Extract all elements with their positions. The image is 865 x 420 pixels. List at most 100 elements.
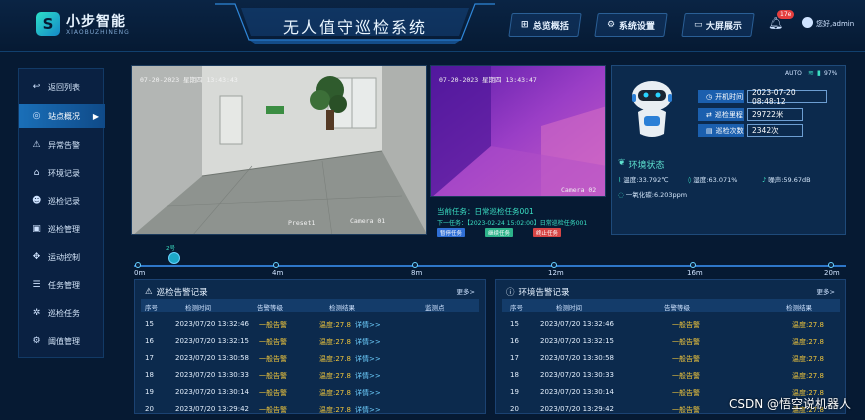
humidity-icon: ◊: [688, 176, 692, 184]
table-row[interactable]: 20 2023/07/20 13:29:42 一般告警 温度:27.8 详情>>: [141, 403, 479, 418]
noise-icon: ♪: [762, 176, 767, 184]
nav-settings-label: 系统设置: [619, 21, 656, 32]
timeline-node[interactable]: [690, 262, 696, 268]
row-result: 温度:27.8: [792, 321, 824, 329]
timeline-node[interactable]: [551, 262, 557, 268]
env-co: ◌ 一氧化碳:6.203ppm: [618, 189, 687, 199]
env-temperature: ⌇ 温度:33.792℃: [618, 174, 669, 184]
alarm-panel-title: ⚠ 巡检告警记录: [145, 286, 208, 298]
alarm-record-panel: ⚠ 巡检告警记录 更多> 序号 检测时间 告警等级 检测结果 监测点 15 2023…: [134, 279, 486, 414]
row-level: 一般告警: [672, 372, 700, 380]
sidebar-item-patrol-task[interactable]: ✲ 巡检任务: [19, 301, 105, 325]
row-time: 2023/07/20 13:32:46: [175, 320, 250, 328]
sidebar-item-env-records[interactable]: ⌂ 环境记录: [19, 161, 105, 185]
row-detail-link[interactable]: 详情>>: [355, 388, 381, 398]
alarm-more-link[interactable]: 更多>: [457, 286, 475, 296]
mileage-value: 29722米: [747, 108, 803, 121]
timeline-node[interactable]: [412, 262, 418, 268]
table-row[interactable]: 19 2023/07/20 13:30:14 一般告警 温度:27.8 详情>>: [141, 386, 479, 401]
timeline-label: 0m: [134, 269, 146, 277]
table-row[interactable]: 15 2023/07/20 13:32:46 一般告警 温度:27.8 详情>>: [141, 318, 479, 333]
timeline-node[interactable]: [828, 262, 834, 268]
row-detail-link[interactable]: 详情>>: [355, 405, 381, 415]
row-detail-link[interactable]: 详情>>: [355, 337, 381, 347]
notification-badge: 17e: [777, 10, 795, 19]
sidebar-item-label: 站点概况: [48, 111, 80, 121]
table-row[interactable]: 16 2023/07/20 13:32:15 一般告警 温度:27.8 详情>>: [141, 335, 479, 350]
row-result: 温度:27.8: [319, 372, 351, 380]
sidebar-item-label: 运动控制: [48, 252, 80, 262]
sidebar-item-label: 阈值管理: [48, 336, 80, 346]
nav-overview-label: 总览概括: [532, 21, 569, 32]
patrol-count-label: ▤ 巡检次数: [698, 124, 744, 137]
camera-1-preset: Preset1: [288, 219, 316, 227]
row-level: 一般告警: [672, 406, 700, 414]
table-row[interactable]: 16 2023/07/20 13:32:15 一般告警 温度:27.8: [502, 335, 840, 350]
robot-image: [632, 81, 672, 137]
pause-task-button[interactable]: 暂停任务: [437, 228, 466, 237]
col-header: 检测时间: [556, 304, 582, 312]
env-status-title: ❦ 环境状态: [618, 158, 665, 171]
battery-level: 97%: [824, 70, 838, 77]
user-greeting[interactable]: 您好,admin: [816, 19, 854, 29]
camera-1-timestamp: 07-20-2023 星期四 13:43:43: [140, 76, 238, 84]
timeline-label: 8m: [411, 269, 423, 277]
table-row[interactable]: 18 2023/07/20 13:30:33 一般告警 温度:27.8: [502, 369, 840, 384]
camera-1-label: Camera 01: [350, 217, 386, 225]
sidebar-item-label: 巡检管理: [48, 224, 80, 234]
nav-bigscreen-button[interactable]: ▭ 大屏展示: [681, 13, 755, 37]
row-level: 一般告警: [259, 355, 287, 363]
sidebar-item-back[interactable]: ↩ 返回列表: [19, 75, 105, 99]
nav-overview-button[interactable]: ⊞ 总览概括: [508, 13, 582, 37]
timeline-node[interactable]: [273, 262, 279, 268]
boot-time-text: 开机时间: [715, 92, 744, 101]
auto-mode-label: AUTO: [785, 70, 802, 77]
row-level: 一般告警: [672, 389, 700, 397]
sidebar-item-site-overview[interactable]: ◎ 站点概况 ▶: [19, 104, 105, 128]
threshold-icon: ⚙: [32, 336, 41, 346]
table-row[interactable]: 18 2023/07/20 13:30:33 一般告警 温度:27.8 详情>>: [141, 369, 479, 384]
mileage-label: ⇄ 巡检里程: [698, 108, 744, 121]
row-detail-link[interactable]: 详情>>: [355, 320, 381, 330]
warning-icon: ⚠: [145, 287, 153, 297]
row-result: 温度:27.8: [792, 355, 824, 363]
camera-2-thermal-feed[interactable]: 07-20-2023 星期四 13:43:47 Camera 02: [430, 65, 606, 197]
battery-icon: ▮: [817, 69, 821, 77]
timeline-label: 20m: [824, 269, 840, 277]
sidebar-item-task-manage[interactable]: ☰ 任务管理: [19, 273, 105, 297]
row-result: 温度:27.8: [319, 355, 351, 363]
sidebar-item-patrol-manage[interactable]: ▣ 巡检管理: [19, 217, 105, 241]
timeline-node[interactable]: [135, 262, 141, 268]
table-row[interactable]: 17 2023/07/20 13:30:58 一般告警 温度:27.8: [502, 352, 840, 367]
row-time: 2023/07/20 13:32:15: [540, 337, 615, 345]
sidebar-item-threshold[interactable]: ⚙ 阈值管理: [19, 329, 105, 353]
table-row[interactable]: 15 2023/07/20 13:32:46 一般告警 温度:27.8: [502, 318, 840, 333]
nav-settings-button[interactable]: ⚙ 系统设置: [594, 13, 668, 37]
resume-task-button[interactable]: 继续任务: [485, 228, 514, 237]
col-header: 监测点: [425, 304, 445, 312]
sidebar: ↩ 返回列表 ◎ 站点概况 ▶ ⚠ 异常告警 ⌂ 环境记录 ☻ 巡检记录 ▣ 巡检管理 ✥ 运动…: [18, 68, 105, 358]
avatar[interactable]: [802, 17, 813, 28]
row-id: 19: [510, 388, 519, 396]
env-more-link[interactable]: 更多>: [817, 286, 835, 296]
sidebar-item-alarms[interactable]: ⚠ 异常告警: [19, 133, 105, 157]
robot-position-icon[interactable]: [168, 252, 180, 264]
table-row[interactable]: 17 2023/07/20 13:30:58 一般告警 温度:27.8 详情>>: [141, 352, 479, 367]
row-detail-link[interactable]: 详情>>: [355, 354, 381, 364]
env-status-text: 环境状态: [628, 161, 665, 171]
env-icon: ⌂: [33, 168, 40, 178]
sidebar-item-label: 巡检记录: [48, 196, 80, 206]
camera-2-timestamp: 07-20-2023 星期四 13:43:47: [439, 76, 537, 84]
row-id: 18: [510, 371, 519, 379]
row-detail-link[interactable]: 详情>>: [355, 371, 381, 381]
row-id: 20: [510, 405, 519, 413]
stop-task-button[interactable]: 终止任务: [533, 228, 562, 237]
sidebar-item-motion-control[interactable]: ✥ 运动控制: [19, 245, 105, 269]
camera-1-feed[interactable]: 07-20-2023 星期四 13:43:43 Preset1 Camera 0…: [131, 65, 427, 235]
wifi-icon: ≋: [808, 69, 814, 77]
manage-icon: ▣: [32, 224, 41, 234]
gas-icon: ◌: [618, 191, 624, 199]
col-header: 序号: [510, 304, 523, 312]
row-result: 温度:27.8: [319, 389, 351, 397]
sidebar-item-patrol-records[interactable]: ☻ 巡检记录: [19, 189, 105, 213]
